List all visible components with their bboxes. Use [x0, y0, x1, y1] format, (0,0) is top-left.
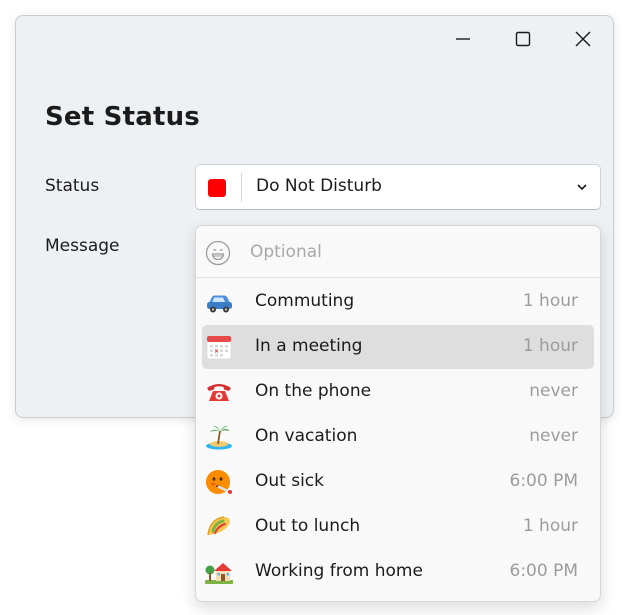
- calendar-icon: [206, 335, 232, 360]
- option-label: Out to lunch: [255, 516, 361, 536]
- minimize-icon: [456, 38, 470, 40]
- option-label: Commuting: [255, 291, 355, 311]
- message-input[interactable]: [248, 236, 572, 268]
- status-option-on-vacation[interactable]: On vacation never: [202, 415, 594, 459]
- page-title: Set Status: [45, 102, 200, 132]
- chevron-down-icon: [577, 184, 587, 191]
- option-duration: never: [529, 426, 578, 446]
- status-option-working-from-home[interactable]: Working from home 6:00 PM: [202, 550, 594, 594]
- option-duration: 6:00 PM: [509, 561, 579, 581]
- status-option-on-the-phone[interactable]: On the phone never: [202, 370, 594, 414]
- status-divider: [241, 173, 242, 202]
- option-duration: 1 hour: [522, 516, 578, 536]
- option-duration: 6:00 PM: [509, 471, 579, 491]
- title-bar-controls: [433, 16, 613, 62]
- house-icon: [205, 563, 233, 584]
- message-field[interactable]: [196, 226, 600, 278]
- car-icon: [207, 295, 232, 313]
- minimize-button[interactable]: [433, 16, 493, 62]
- option-label: Out sick: [255, 471, 324, 491]
- message-label: Message: [45, 236, 120, 256]
- message-dropdown: Commuting 1 hour In a meeting 1 hour On …: [195, 225, 601, 602]
- status-value: Do Not Disturb: [256, 176, 382, 196]
- emoji-icon[interactable]: [205, 240, 231, 266]
- option-duration: 1 hour: [522, 291, 578, 311]
- option-label: On vacation: [255, 426, 358, 446]
- status-label: Status: [45, 176, 100, 196]
- status-dropdown[interactable]: Do Not Disturb: [195, 164, 601, 210]
- option-duration: never: [529, 381, 578, 401]
- island-icon: [206, 425, 232, 450]
- option-label: Working from home: [255, 561, 423, 581]
- maximize-button[interactable]: [493, 16, 553, 62]
- maximize-icon: [515, 31, 531, 47]
- status-option-out-to-lunch[interactable]: Out to lunch 1 hour: [202, 505, 594, 549]
- taco-icon: [207, 516, 230, 536]
- thermometer-face-icon: [206, 470, 232, 494]
- option-label: In a meeting: [255, 336, 363, 356]
- status-option-out-sick[interactable]: Out sick 6:00 PM: [202, 460, 594, 504]
- status-option-in-a-meeting[interactable]: In a meeting 1 hour: [202, 325, 594, 369]
- telephone-icon: [207, 384, 231, 401]
- close-icon: [575, 31, 591, 47]
- option-duration: 1 hour: [522, 336, 578, 356]
- close-button[interactable]: [553, 16, 613, 62]
- option-label: On the phone: [255, 381, 372, 401]
- status-color-swatch: [208, 179, 226, 197]
- status-option-commuting[interactable]: Commuting 1 hour: [202, 280, 594, 324]
